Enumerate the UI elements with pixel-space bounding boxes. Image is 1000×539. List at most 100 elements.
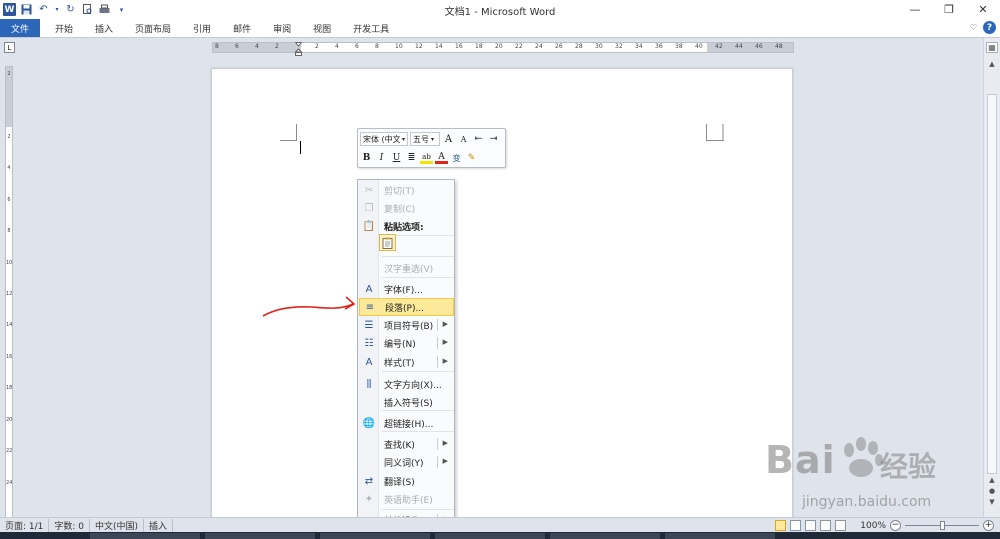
menu-item-label: 同义词(Y) [384, 458, 424, 469]
print-icon[interactable] [98, 3, 111, 16]
center-icon[interactable]: ≣ [405, 151, 418, 165]
menu-item-item-13[interactable]: 同义词(Y) ▶ [359, 453, 454, 471]
language-indicator[interactable]: 中文(中国) [90, 518, 145, 532]
ruler-number: 16 [6, 353, 13, 360]
menu-item-label: 汉字重选(V) [384, 264, 434, 275]
tab-mailings[interactable]: 邮件 [222, 19, 262, 37]
menu-item-translate[interactable]: ⇄ 翻译(S) [359, 472, 454, 490]
restore-button[interactable]: ❐ [932, 0, 966, 19]
ruler-number: 20 [495, 43, 503, 50]
highlight-icon[interactable]: ab [420, 152, 433, 164]
ruler-number: 18 [6, 385, 13, 392]
menu-item-bullets[interactable]: ☰ 项目符号(B) ▶ [359, 316, 454, 334]
translate-icon: ⇄ [364, 475, 374, 487]
web-layout-view-icon[interactable] [805, 520, 817, 531]
submenu-divider [437, 337, 438, 349]
underline-icon[interactable]: U [390, 151, 403, 165]
tab-home[interactable]: 开始 [44, 19, 84, 37]
menu-item-label: 剪切(T) [384, 186, 415, 197]
full-screen-reading-view-icon[interactable] [790, 520, 802, 531]
close-button[interactable]: ✕ [966, 0, 1000, 19]
tab-review[interactable]: 审阅 [262, 19, 302, 37]
window-title: 文档1 - Microsoft Word [444, 7, 556, 18]
word-count[interactable]: 字数: 0 [49, 518, 91, 532]
ruler-number: 36 [655, 43, 663, 50]
ruler-number: 24 [6, 479, 13, 486]
menu-item-styles[interactable]: A 样式(T) ▶ [359, 353, 454, 371]
increase-indent-icon[interactable]: ⇥ [487, 132, 500, 146]
tab-developer[interactable]: 开发工具 [342, 19, 400, 37]
tab-selector[interactable]: L [4, 42, 15, 53]
tab-page-layout[interactable]: 页面布局 [124, 19, 182, 37]
paste-keep-text-only-icon[interactable] [379, 234, 396, 251]
help-icon[interactable]: ? [983, 21, 996, 34]
mini-toolbar: 宋体 (中文 ▾ 五号 ▾ A A ⇤ ⇥ B I U ≣ ab A 变 ✎ [357, 128, 506, 168]
submenu-arrow-icon: ▶ [442, 320, 448, 328]
bullets-icon: ☰ [364, 319, 374, 331]
menu-item-text-direction[interactable]: ⫼ 文字方向(X)... [359, 375, 454, 393]
font-size-dropdown[interactable]: 五号 ▾ [410, 132, 440, 146]
save-icon[interactable] [20, 3, 33, 16]
previous-page-icon[interactable]: ▲ [986, 474, 998, 485]
menu-item-scissors[interactable]: ✂ 剪切(T) [359, 181, 454, 199]
ruler-toggle-icon[interactable]: ▦ [986, 42, 998, 53]
tab-view[interactable]: 视图 [302, 19, 342, 37]
page-count[interactable]: 页面: 1/1 [0, 518, 50, 532]
undo-icon[interactable]: ↶ [37, 3, 50, 16]
menu-item-item-10[interactable]: 插入符号(S) [359, 393, 454, 411]
decrease-indent-icon[interactable]: ⇤ [472, 132, 485, 146]
zoom-slider[interactable] [905, 521, 979, 530]
chevron-down-icon: ▾ [401, 135, 405, 143]
menu-item-label: 超链接(H)... [384, 419, 434, 430]
undo-dropdown-icon[interactable]: ▾ [54, 3, 60, 16]
outline-view-icon[interactable] [820, 520, 832, 531]
title-bar: W ↶ ▾ ↻ ▾ 文档1 - Microsoft Word — ❐ ✕ [0, 0, 1000, 19]
select-browse-object-icon[interactable]: ● [986, 485, 998, 496]
draft-view-icon[interactable] [835, 520, 847, 531]
indent-marker-icon[interactable] [295, 42, 302, 56]
tab-references[interactable]: 引用 [182, 19, 222, 37]
menu-item-paragraph[interactable]: ≡ 段落(P)... [359, 298, 454, 316]
vertical-scrollbar[interactable]: ▦ ▲ ▲ ● ▼ [983, 38, 1000, 517]
menu-item-font[interactable]: A 字体(F)... [359, 280, 454, 298]
minimize-button[interactable]: — [898, 0, 932, 19]
zoom-slider-thumb[interactable] [940, 521, 945, 530]
print-preview-icon[interactable] [81, 3, 94, 16]
vertical-ruler[interactable]: 2 2 4 6 8 10 12 14 16 18 20 22 24 [5, 66, 13, 518]
menu-item-copy[interactable]: ❐ 复制(C) [359, 199, 454, 217]
scroll-up-icon[interactable]: ▲ [986, 58, 998, 69]
tab-insert[interactable]: 插入 [84, 19, 124, 37]
submenu-arrow-icon: ▶ [442, 357, 448, 365]
shrink-font-icon[interactable]: A [457, 132, 470, 146]
menu-item-item-12[interactable]: 查找(K) ▶ [359, 435, 454, 453]
zoom-in-icon[interactable]: + [983, 520, 994, 531]
grow-font-icon[interactable]: A [442, 132, 455, 146]
crop-mark-top-right [706, 124, 724, 141]
redo-icon[interactable]: ↻ [64, 3, 77, 16]
menu-item-hyperlink[interactable]: 🌐 超链接(H)... [359, 414, 454, 432]
tab-file[interactable]: 文件 [0, 19, 40, 37]
word-logo[interactable]: W [3, 3, 16, 16]
ruler-number: 22 [515, 43, 523, 50]
change-case-icon[interactable]: 变 [450, 151, 463, 165]
customize-qat-icon[interactable]: ▾ [115, 3, 128, 16]
submenu-arrow-icon: ▶ [442, 457, 448, 465]
bold-icon[interactable]: B [360, 151, 373, 165]
font-color-icon[interactable]: A [435, 152, 448, 164]
format-painter-icon[interactable]: ✎ [465, 151, 478, 165]
font-name-dropdown[interactable]: 宋体 (中文 ▾ [360, 132, 408, 146]
blank-icon [359, 259, 379, 277]
insert-mode-indicator[interactable]: 插入 [144, 518, 174, 532]
ribbon-minimize-icon[interactable]: ♡ [970, 23, 977, 32]
ribbon-tabs: 文件 开始 插入 页面布局 引用 邮件 审阅 视图 开发工具 ♡ ? [0, 19, 1000, 38]
next-page-icon[interactable]: ▼ [986, 496, 998, 507]
zoom-out-icon[interactable]: − [890, 520, 901, 531]
watermark-brand: Bai [765, 438, 836, 482]
zoom-level[interactable]: 100% [860, 521, 886, 531]
print-layout-view-icon[interactable] [775, 520, 787, 531]
menu-item-numbering[interactable]: ☷ 编号(N) ▶ [359, 334, 454, 352]
italic-icon[interactable]: I [375, 151, 388, 165]
menu-item-english-assistant[interactable]: ✦ 英语助手(E) [359, 490, 454, 508]
menu-item-item-3[interactable]: 汉字重选(V) [359, 259, 454, 277]
scroll-thumb[interactable] [987, 94, 997, 474]
